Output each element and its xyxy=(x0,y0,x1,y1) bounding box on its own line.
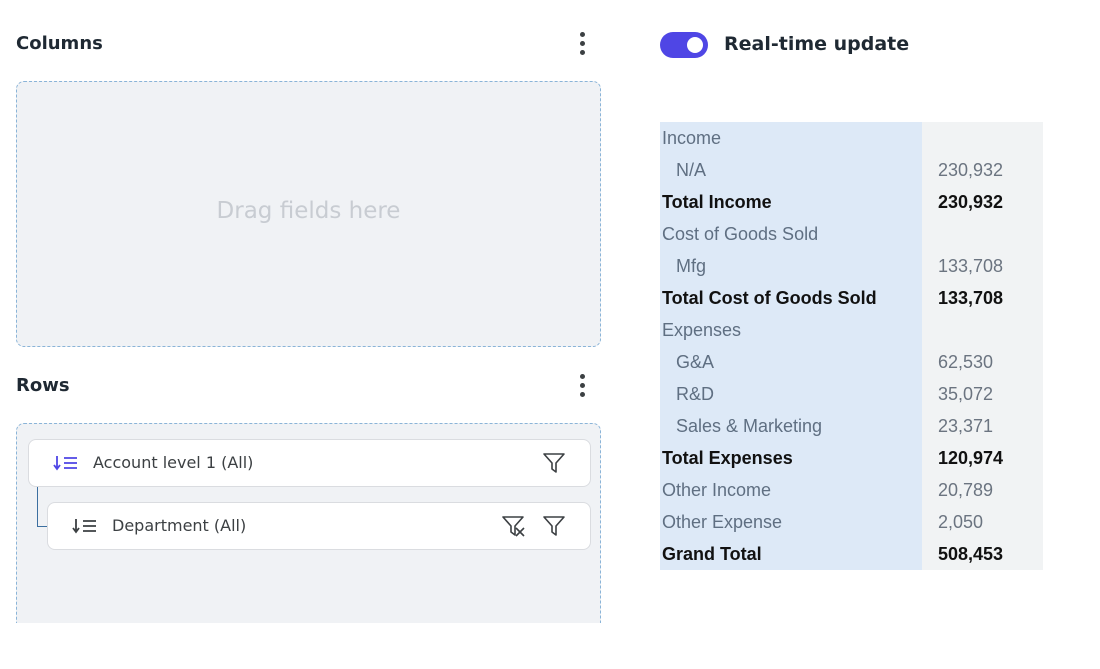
pivot-row-value: 230,932 xyxy=(922,154,1043,186)
pivot-row: Total Expenses 120,974 xyxy=(660,442,1043,474)
pivot-row-value: 20,789 xyxy=(922,474,1043,506)
clear-filter-icon[interactable] xyxy=(500,513,526,539)
pivot-row-label: Grand Total xyxy=(660,538,922,570)
filter-icon[interactable] xyxy=(541,513,567,539)
pivot-row-value: 120,974 xyxy=(922,442,1043,474)
columns-dropzone[interactable]: Drag fields here xyxy=(16,81,601,347)
pivot-row: Expenses xyxy=(660,314,1043,346)
pivot-table: Income N/A 230,932 Total Income 230,932 Cost … xyxy=(660,122,1043,570)
columns-more-icon[interactable] xyxy=(572,28,592,58)
pivot-row: Grand Total 508,453 xyxy=(660,538,1043,570)
pivot-row-label: Sales & Marketing xyxy=(660,410,922,442)
pivot-row: Total Income 230,932 xyxy=(660,186,1043,218)
pivot-row: Total Cost of Goods Sold 133,708 xyxy=(660,282,1043,314)
pivot-row-label: Total Income xyxy=(660,186,922,218)
pivot-row-label: N/A xyxy=(660,154,922,186)
realtime-toggle[interactable] xyxy=(660,32,708,58)
pivot-row-value: 230,932 xyxy=(922,186,1043,218)
row-field-label: Department (All) xyxy=(112,516,247,535)
pivot-row-label: Other Income xyxy=(660,474,922,506)
filter-icon[interactable] xyxy=(541,450,567,476)
pivot-row-label: Total Expenses xyxy=(660,442,922,474)
pivot-row-value: 35,072 xyxy=(922,378,1043,410)
pivot-row: Sales & Marketing 23,371 xyxy=(660,410,1043,442)
pivot-row: Mfg 133,708 xyxy=(660,250,1043,282)
toggle-knob xyxy=(687,37,703,53)
pivot-row-label: Mfg xyxy=(660,250,922,282)
row-field-account-level[interactable]: Account level 1 (All) xyxy=(28,439,591,487)
pivot-row-value: 2,050 xyxy=(922,506,1043,538)
pivot-row-label: Total Cost of Goods Sold xyxy=(660,282,922,314)
pivot-row-label: Other Expense xyxy=(660,506,922,538)
pivot-row: G&A 62,530 xyxy=(660,346,1043,378)
row-field-department[interactable]: Department (All) xyxy=(47,502,591,550)
pivot-row-value xyxy=(922,218,1043,250)
pivot-row: R&D 35,072 xyxy=(660,378,1043,410)
pivot-row: N/A 230,932 xyxy=(660,154,1043,186)
rows-more-icon[interactable] xyxy=(572,370,592,400)
columns-placeholder: Drag fields here xyxy=(216,198,401,224)
pivot-row-value: 133,708 xyxy=(922,250,1043,282)
pivot-row-value: 508,453 xyxy=(922,538,1043,570)
realtime-label: Real-time update xyxy=(724,33,910,55)
pivot-row-value: 62,530 xyxy=(922,346,1043,378)
pivot-row-label: R&D xyxy=(660,378,922,410)
sort-icon[interactable] xyxy=(72,516,98,536)
sort-icon[interactable] xyxy=(53,453,79,473)
pivot-row-value xyxy=(922,122,1043,154)
rows-title: Rows xyxy=(16,375,70,396)
pivot-row: Cost of Goods Sold xyxy=(660,218,1043,250)
pivot-row-value: 133,708 xyxy=(922,282,1043,314)
pivot-row-value xyxy=(922,314,1043,346)
pivot-row-value: 23,371 xyxy=(922,410,1043,442)
pivot-row-label: Cost of Goods Sold xyxy=(660,218,922,250)
pivot-row-label: Income xyxy=(660,122,922,154)
row-field-label: Account level 1 (All) xyxy=(93,453,254,472)
pivot-row-label: G&A xyxy=(660,346,922,378)
pivot-row: Other Expense 2,050 xyxy=(660,506,1043,538)
pivot-row-label: Expenses xyxy=(660,314,922,346)
pivot-row: Income xyxy=(660,122,1043,154)
columns-title: Columns xyxy=(16,33,103,54)
pivot-row: Other Income 20,789 xyxy=(660,474,1043,506)
